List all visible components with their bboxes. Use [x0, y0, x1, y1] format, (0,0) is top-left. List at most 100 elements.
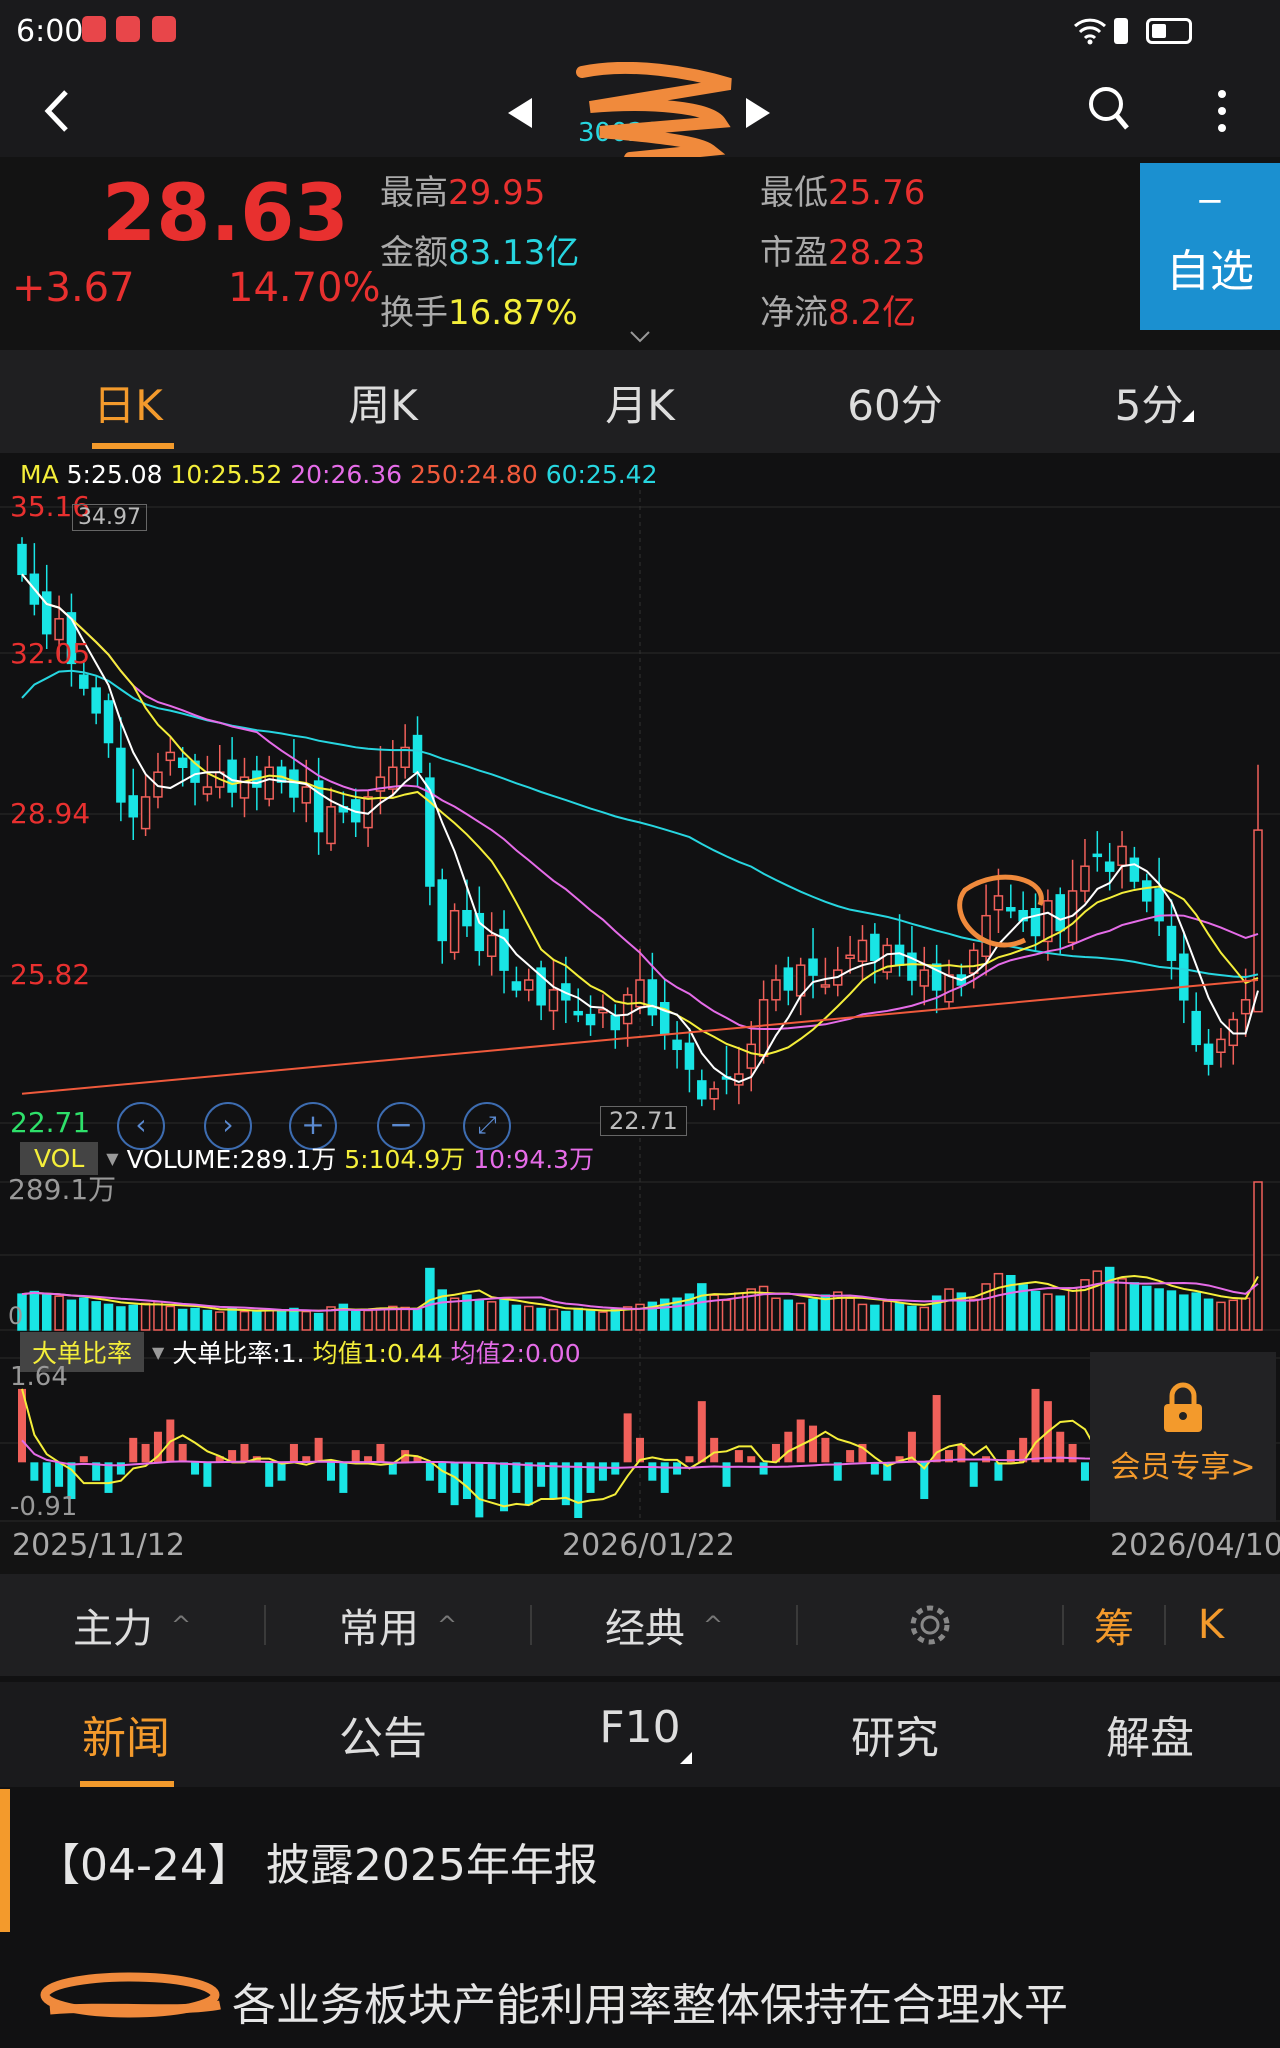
volume-bar: [400, 1306, 410, 1331]
volume-bar: [116, 1306, 126, 1331]
volume-bar: [993, 1272, 1004, 1331]
volume-bar: [1179, 1294, 1189, 1331]
volume-bar: [585, 1309, 596, 1331]
dropdown-icon[interactable]: ▼: [152, 1343, 164, 1362]
date-mid: 2026/01/22: [562, 1528, 735, 1563]
volume-bar: [771, 1297, 781, 1331]
volume-bar: [944, 1288, 954, 1331]
ratio-bar: [685, 1456, 694, 1463]
volume-bar: [79, 1297, 89, 1331]
active-tab-indicator: [80, 1781, 174, 1787]
member-lock-overlay[interactable]: 会员专享>: [1090, 1352, 1276, 1522]
candle: [1117, 845, 1127, 866]
axis-label: 32.05: [10, 637, 91, 670]
volume-bar: [486, 1301, 497, 1331]
candle: [17, 543, 27, 576]
volume-bar: [894, 1302, 905, 1331]
lock-icon: [1164, 1382, 1202, 1432]
ratio-bar: [289, 1443, 298, 1463]
news-item[interactable]: 【04-24】 披露2025年年报: [0, 1789, 1280, 1932]
news-item[interactable]: 各业务板块产能利用率整体保持在合理水平: [0, 1965, 1280, 2048]
volume-bar: [103, 1303, 114, 1331]
volume-bar: [313, 1312, 324, 1331]
candle: [1030, 908, 1041, 937]
ratio-bar: [969, 1462, 978, 1487]
volume-bar: [1117, 1278, 1127, 1331]
k-button[interactable]: K: [1166, 1602, 1256, 1648]
volume-bar: [190, 1307, 200, 1331]
ratio-bar: [314, 1437, 323, 1463]
candle: [474, 912, 485, 952]
volume-bar: [524, 1305, 534, 1331]
tab-f10[interactable]: F10: [599, 1702, 680, 1753]
candle: [289, 769, 299, 798]
candle: [709, 1088, 719, 1100]
common-indicator-button[interactable]: 常用 ^: [266, 1596, 530, 1654]
ratio-bar: [55, 1462, 64, 1487]
settings-button[interactable]: [798, 1601, 1062, 1649]
candle: [919, 969, 930, 987]
candle: [326, 806, 336, 845]
candle: [1104, 861, 1115, 872]
candle: [511, 981, 522, 991]
candle: [1203, 1043, 1214, 1065]
classic-indicator-button[interactable]: 经典 ^: [532, 1596, 796, 1654]
candle: [1166, 925, 1177, 961]
volume-bar: [561, 1310, 571, 1331]
volume-bar: [449, 1297, 460, 1331]
tab-research[interactable]: 研究: [851, 1702, 939, 1766]
candle: [783, 967, 794, 991]
volume-bar: [1043, 1293, 1053, 1331]
news-highlight-bar: [0, 1789, 10, 1932]
volume-bar: [845, 1297, 855, 1331]
tab-analysis[interactable]: 解盘: [1106, 1702, 1194, 1766]
ratio-bar: [475, 1462, 484, 1518]
volume-bar: [1253, 1181, 1263, 1331]
main-indicator-button[interactable]: 主力 ^: [0, 1596, 264, 1654]
candle: [1216, 1038, 1226, 1053]
volume-bar: [128, 1304, 138, 1331]
ratio-bar: [265, 1462, 274, 1487]
ratio-bar: [809, 1425, 818, 1463]
volume-bar: [573, 1307, 583, 1331]
volume-bar: [1067, 1287, 1078, 1331]
volume-bar: [202, 1309, 213, 1331]
ratio-legend: 大单比率 ▼ 大单比率:1. 均值1:0.44 均值2:0.00: [20, 1332, 581, 1372]
ratio-bar: [178, 1443, 187, 1463]
ratio-bar: [759, 1462, 768, 1475]
dropdown-corner-icon: [680, 1752, 692, 1764]
volume-bar: [177, 1308, 188, 1331]
date-start: 2025/11/12: [12, 1528, 185, 1563]
tab-news[interactable]: 新闻: [82, 1702, 170, 1766]
ratio-bar: [425, 1462, 434, 1481]
dropdown-icon[interactable]: ▼: [106, 1149, 118, 1168]
candle: [165, 751, 176, 762]
candle: [486, 934, 497, 958]
high-marker: 34.97: [72, 504, 147, 531]
candle: [993, 895, 1004, 911]
candle: [116, 747, 126, 803]
ratio-bar: [598, 1462, 607, 1481]
candle: [412, 734, 423, 773]
volume-bar: [350, 1310, 361, 1331]
ratio-bar: [1068, 1443, 1077, 1463]
candle: [857, 939, 868, 962]
candle: [820, 984, 831, 988]
chevron-up-icon: ^: [702, 1611, 724, 1639]
ratio-bar: [327, 1462, 335, 1481]
volume-bar: [697, 1283, 707, 1331]
ratio-axis-max: 1.64: [10, 1362, 68, 1392]
vol-ma5-value: 5:104.9万: [344, 1145, 466, 1174]
ratio-bar: [30, 1462, 39, 1481]
candle: [622, 994, 633, 1025]
volume-bar: [264, 1308, 274, 1331]
candle: [684, 1042, 695, 1070]
chips-button[interactable]: 筹: [1064, 1596, 1164, 1654]
volume-value: VOLUME:289.1万: [126, 1145, 337, 1174]
axis-label: 25.82: [10, 958, 91, 991]
ratio-bar: [450, 1462, 459, 1506]
candle: [746, 1043, 756, 1069]
candle: [91, 687, 101, 714]
tab-announcements[interactable]: 公告: [339, 1702, 427, 1766]
volume-bar: [1142, 1285, 1152, 1331]
